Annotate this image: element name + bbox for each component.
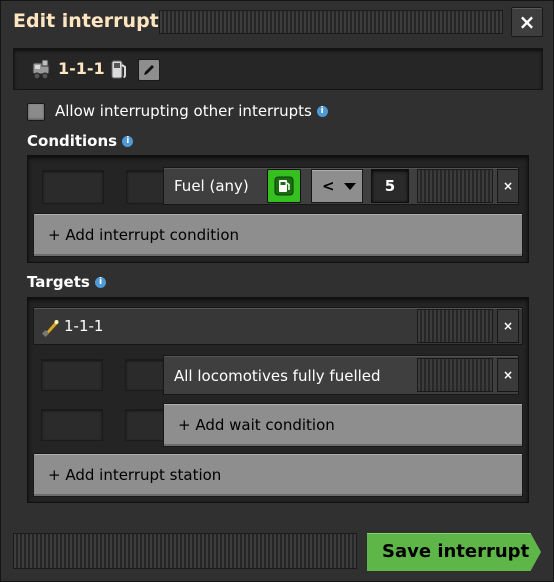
rename-button[interactable] <box>138 59 160 81</box>
conditions-label: Conditions <box>27 132 118 150</box>
fuel-signal-slot[interactable] <box>267 169 301 203</box>
condition-drag-handle[interactable] <box>417 169 493 203</box>
footer-drag-handle[interactable] <box>13 533 357 569</box>
target-station-name: 1-1-1 <box>64 317 104 335</box>
close-icon: × <box>502 368 514 382</box>
station-drag-handle[interactable] <box>417 309 493 343</box>
allow-interrupting-label: Allow interrupting other interrupts <box>55 102 312 120</box>
fuel-pump-icon <box>111 60 126 79</box>
remove-wait-condition-button[interactable]: × <box>497 358 519 392</box>
drag-handle[interactable] <box>159 10 503 34</box>
comparator-value: < <box>322 177 335 195</box>
interrupt-name-strip: 1-1-1 <box>13 48 543 90</box>
add-interrupt-condition-button[interactable]: + Add interrupt condition <box>33 213 523 257</box>
comparator-dropdown[interactable]: < <box>311 169 363 203</box>
close-icon: × <box>502 319 514 333</box>
fuel-signal-icon <box>274 176 294 196</box>
chevron-down-icon <box>344 183 356 190</box>
close-icon: × <box>502 179 514 193</box>
add-wait-condition-label: + Add wait condition <box>178 416 335 434</box>
empty-slot <box>41 359 103 391</box>
info-icon[interactable]: i <box>95 277 107 288</box>
add-wait-condition-button[interactable]: + Add wait condition <box>163 403 523 447</box>
info-icon[interactable]: i <box>316 106 328 117</box>
locomotive-icon <box>32 59 50 80</box>
empty-slot <box>125 359 165 391</box>
allow-interrupting-checkbox[interactable] <box>27 103 45 121</box>
remove-condition-button[interactable]: × <box>497 169 519 203</box>
empty-slot <box>126 170 166 204</box>
remove-station-button[interactable]: × <box>497 309 519 343</box>
edit-interrupt-window: Edit interrupt × 1-1-1 Allow interruptin… <box>0 0 554 582</box>
title-bar: Edit interrupt × <box>1 1 553 45</box>
add-interrupt-station-button[interactable]: + Add interrupt station <box>33 453 523 497</box>
interrupt-name: 1-1-1 <box>58 59 105 78</box>
empty-slot <box>41 409 103 441</box>
wait-condition-label: All locomotives fully fuelled <box>174 367 381 385</box>
pencil-icon <box>144 65 154 75</box>
close-button[interactable]: × <box>511 7 543 37</box>
add-interrupt-station-label: + Add interrupt station <box>48 466 222 484</box>
empty-slot <box>125 409 165 441</box>
empty-slot <box>42 170 104 204</box>
save-interrupt-button[interactable]: Save interrupt <box>367 533 541 571</box>
save-interrupt-label: Save interrupt <box>382 541 530 562</box>
info-icon[interactable]: i <box>122 136 134 147</box>
targets-label: Targets <box>27 273 90 291</box>
condition-label: Fuel (any) <box>174 177 249 195</box>
wait-condition-drag-handle[interactable] <box>417 358 493 392</box>
condition-value-input[interactable]: 5 <box>371 169 409 203</box>
close-icon: × <box>518 10 536 34</box>
window-title: Edit interrupt <box>13 10 159 32</box>
train-stop-icon <box>41 319 60 338</box>
add-interrupt-condition-label: + Add interrupt condition <box>48 226 240 244</box>
